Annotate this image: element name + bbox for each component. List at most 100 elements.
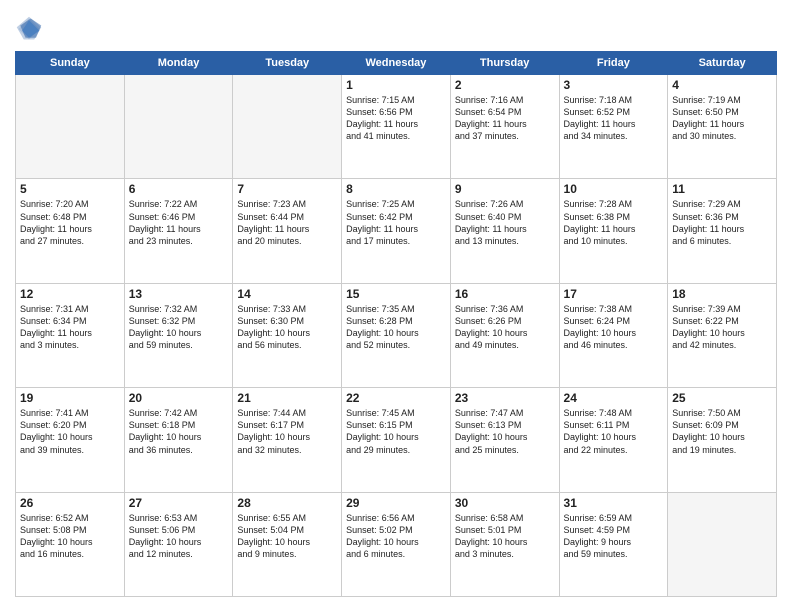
day-info: Sunrise: 7:22 AM Sunset: 6:46 PM Dayligh… [129,198,229,247]
day-number: 20 [129,391,229,405]
calendar-cell: 20 Sunrise: 7:42 AM Sunset: 6:18 PM Dayli… [124,388,233,492]
calendar-cell: 6 Sunrise: 7:22 AM Sunset: 6:46 PM Daylig… [124,179,233,283]
day-number: 26 [20,496,120,510]
calendar-table: SundayMondayTuesdayWednesdayThursdayFrid… [15,51,777,597]
calendar-cell [668,492,777,596]
day-number: 11 [672,182,772,196]
day-info: Sunrise: 7:44 AM Sunset: 6:17 PM Dayligh… [237,407,337,456]
day-number: 30 [455,496,555,510]
day-number: 1 [346,78,446,92]
calendar-cell: 24 Sunrise: 7:48 AM Sunset: 6:11 PM Dayli… [559,388,668,492]
day-info: Sunrise: 7:39 AM Sunset: 6:22 PM Dayligh… [672,303,772,352]
calendar-cell: 31 Sunrise: 6:59 AM Sunset: 4:59 PM Dayli… [559,492,668,596]
day-info: Sunrise: 7:41 AM Sunset: 6:20 PM Dayligh… [20,407,120,456]
day-info: Sunrise: 7:31 AM Sunset: 6:34 PM Dayligh… [20,303,120,352]
day-info: Sunrise: 6:53 AM Sunset: 5:06 PM Dayligh… [129,512,229,561]
day-info: Sunrise: 7:45 AM Sunset: 6:15 PM Dayligh… [346,407,446,456]
calendar-cell: 13 Sunrise: 7:32 AM Sunset: 6:32 PM Dayli… [124,283,233,387]
day-number: 24 [564,391,664,405]
weekday-header: Thursday [450,52,559,75]
calendar-cell: 25Sunrise: 7:50 AM Sunset: 6:09 PM Dayli… [668,388,777,492]
day-info: Sunrise: 6:59 AM Sunset: 4:59 PM Dayligh… [564,512,664,561]
calendar-cell: 2 Sunrise: 7:16 AM Sunset: 6:54 PM Daylig… [450,75,559,179]
day-info: Sunrise: 7:32 AM Sunset: 6:32 PM Dayligh… [129,303,229,352]
day-number: 14 [237,287,337,301]
day-number: 10 [564,182,664,196]
calendar-cell: 1 Sunrise: 7:15 AM Sunset: 6:56 PM Daylig… [342,75,451,179]
calendar-cell: 17 Sunrise: 7:38 AM Sunset: 6:24 PM Dayli… [559,283,668,387]
calendar-cell: 18 Sunrise: 7:39 AM Sunset: 6:22 PM Dayli… [668,283,777,387]
calendar-cell [16,75,125,179]
calendar-cell: 9Sunrise: 7:26 AM Sunset: 6:40 PM Daylig… [450,179,559,283]
calendar-cell: 30 Sunrise: 6:58 AM Sunset: 5:01 PM Dayli… [450,492,559,596]
day-info: Sunrise: 7:42 AM Sunset: 6:18 PM Dayligh… [129,407,229,456]
calendar-cell: 10 Sunrise: 7:28 AM Sunset: 6:38 PM Dayli… [559,179,668,283]
day-info: Sunrise: 7:18 AM Sunset: 6:52 PM Dayligh… [564,94,664,143]
day-info: Sunrise: 7:23 AM Sunset: 6:44 PM Dayligh… [237,198,337,247]
page: SundayMondayTuesdayWednesdayThursdayFrid… [0,0,792,612]
day-info: Sunrise: 7:47 AM Sunset: 6:13 PM Dayligh… [455,407,555,456]
day-info: Sunrise: 7:16 AM Sunset: 6:54 PM Dayligh… [455,94,555,143]
day-info: Sunrise: 7:38 AM Sunset: 6:24 PM Dayligh… [564,303,664,352]
day-number: 6 [129,182,229,196]
calendar-cell: 29 Sunrise: 6:56 AM Sunset: 5:02 PM Dayli… [342,492,451,596]
day-number: 25 [672,391,772,405]
day-info: Sunrise: 6:55 AM Sunset: 5:04 PM Dayligh… [237,512,337,561]
day-info: Sunrise: 7:29 AM Sunset: 6:36 PM Dayligh… [672,198,772,247]
day-number: 5 [20,182,120,196]
calendar-cell: 27 Sunrise: 6:53 AM Sunset: 5:06 PM Dayli… [124,492,233,596]
day-number: 17 [564,287,664,301]
day-number: 29 [346,496,446,510]
day-number: 12 [20,287,120,301]
day-number: 22 [346,391,446,405]
weekday-header: Monday [124,52,233,75]
header [15,15,777,43]
day-number: 16 [455,287,555,301]
weekday-header: Wednesday [342,52,451,75]
day-number: 8 [346,182,446,196]
logo [15,15,47,43]
day-number: 15 [346,287,446,301]
day-number: 23 [455,391,555,405]
day-number: 18 [672,287,772,301]
day-info: Sunrise: 7:48 AM Sunset: 6:11 PM Dayligh… [564,407,664,456]
weekday-header: Saturday [668,52,777,75]
logo-icon [15,15,43,43]
day-number: 19 [20,391,120,405]
calendar-cell [124,75,233,179]
weekday-header: Tuesday [233,52,342,75]
calendar-cell: 7 Sunrise: 7:23 AM Sunset: 6:44 PM Daylig… [233,179,342,283]
calendar-cell: 28Sunrise: 6:55 AM Sunset: 5:04 PM Dayli… [233,492,342,596]
calendar-cell: 4 Sunrise: 7:19 AM Sunset: 6:50 PM Daylig… [668,75,777,179]
day-number: 21 [237,391,337,405]
day-number: 7 [237,182,337,196]
day-info: Sunrise: 7:36 AM Sunset: 6:26 PM Dayligh… [455,303,555,352]
day-number: 4 [672,78,772,92]
day-info: Sunrise: 6:58 AM Sunset: 5:01 PM Dayligh… [455,512,555,561]
calendar-cell [233,75,342,179]
calendar-cell: 23 Sunrise: 7:47 AM Sunset: 6:13 PM Dayli… [450,388,559,492]
day-info: Sunrise: 6:56 AM Sunset: 5:02 PM Dayligh… [346,512,446,561]
day-number: 27 [129,496,229,510]
day-info: Sunrise: 7:15 AM Sunset: 6:56 PM Dayligh… [346,94,446,143]
calendar-cell: 26Sunrise: 6:52 AM Sunset: 5:08 PM Dayli… [16,492,125,596]
day-number: 2 [455,78,555,92]
calendar-cell: 8Sunrise: 7:25 AM Sunset: 6:42 PM Daylig… [342,179,451,283]
day-number: 9 [455,182,555,196]
calendar-cell: 16 Sunrise: 7:36 AM Sunset: 6:26 PM Dayli… [450,283,559,387]
calendar-cell: 22 Sunrise: 7:45 AM Sunset: 6:15 PM Dayli… [342,388,451,492]
day-info: Sunrise: 7:20 AM Sunset: 6:48 PM Dayligh… [20,198,120,247]
day-info: Sunrise: 7:33 AM Sunset: 6:30 PM Dayligh… [237,303,337,352]
day-number: 13 [129,287,229,301]
day-info: Sunrise: 7:28 AM Sunset: 6:38 PM Dayligh… [564,198,664,247]
calendar-cell: 14 Sunrise: 7:33 AM Sunset: 6:30 PM Dayli… [233,283,342,387]
calendar-cell: 15 Sunrise: 7:35 AM Sunset: 6:28 PM Dayli… [342,283,451,387]
calendar-cell: 12 Sunrise: 7:31 AM Sunset: 6:34 PM Dayli… [16,283,125,387]
day-number: 3 [564,78,664,92]
calendar-cell: 11 Sunrise: 7:29 AM Sunset: 6:36 PM Dayli… [668,179,777,283]
day-info: Sunrise: 7:19 AM Sunset: 6:50 PM Dayligh… [672,94,772,143]
calendar-cell: 21 Sunrise: 7:44 AM Sunset: 6:17 PM Dayli… [233,388,342,492]
weekday-header: Sunday [16,52,125,75]
day-number: 31 [564,496,664,510]
day-info: Sunrise: 7:35 AM Sunset: 6:28 PM Dayligh… [346,303,446,352]
